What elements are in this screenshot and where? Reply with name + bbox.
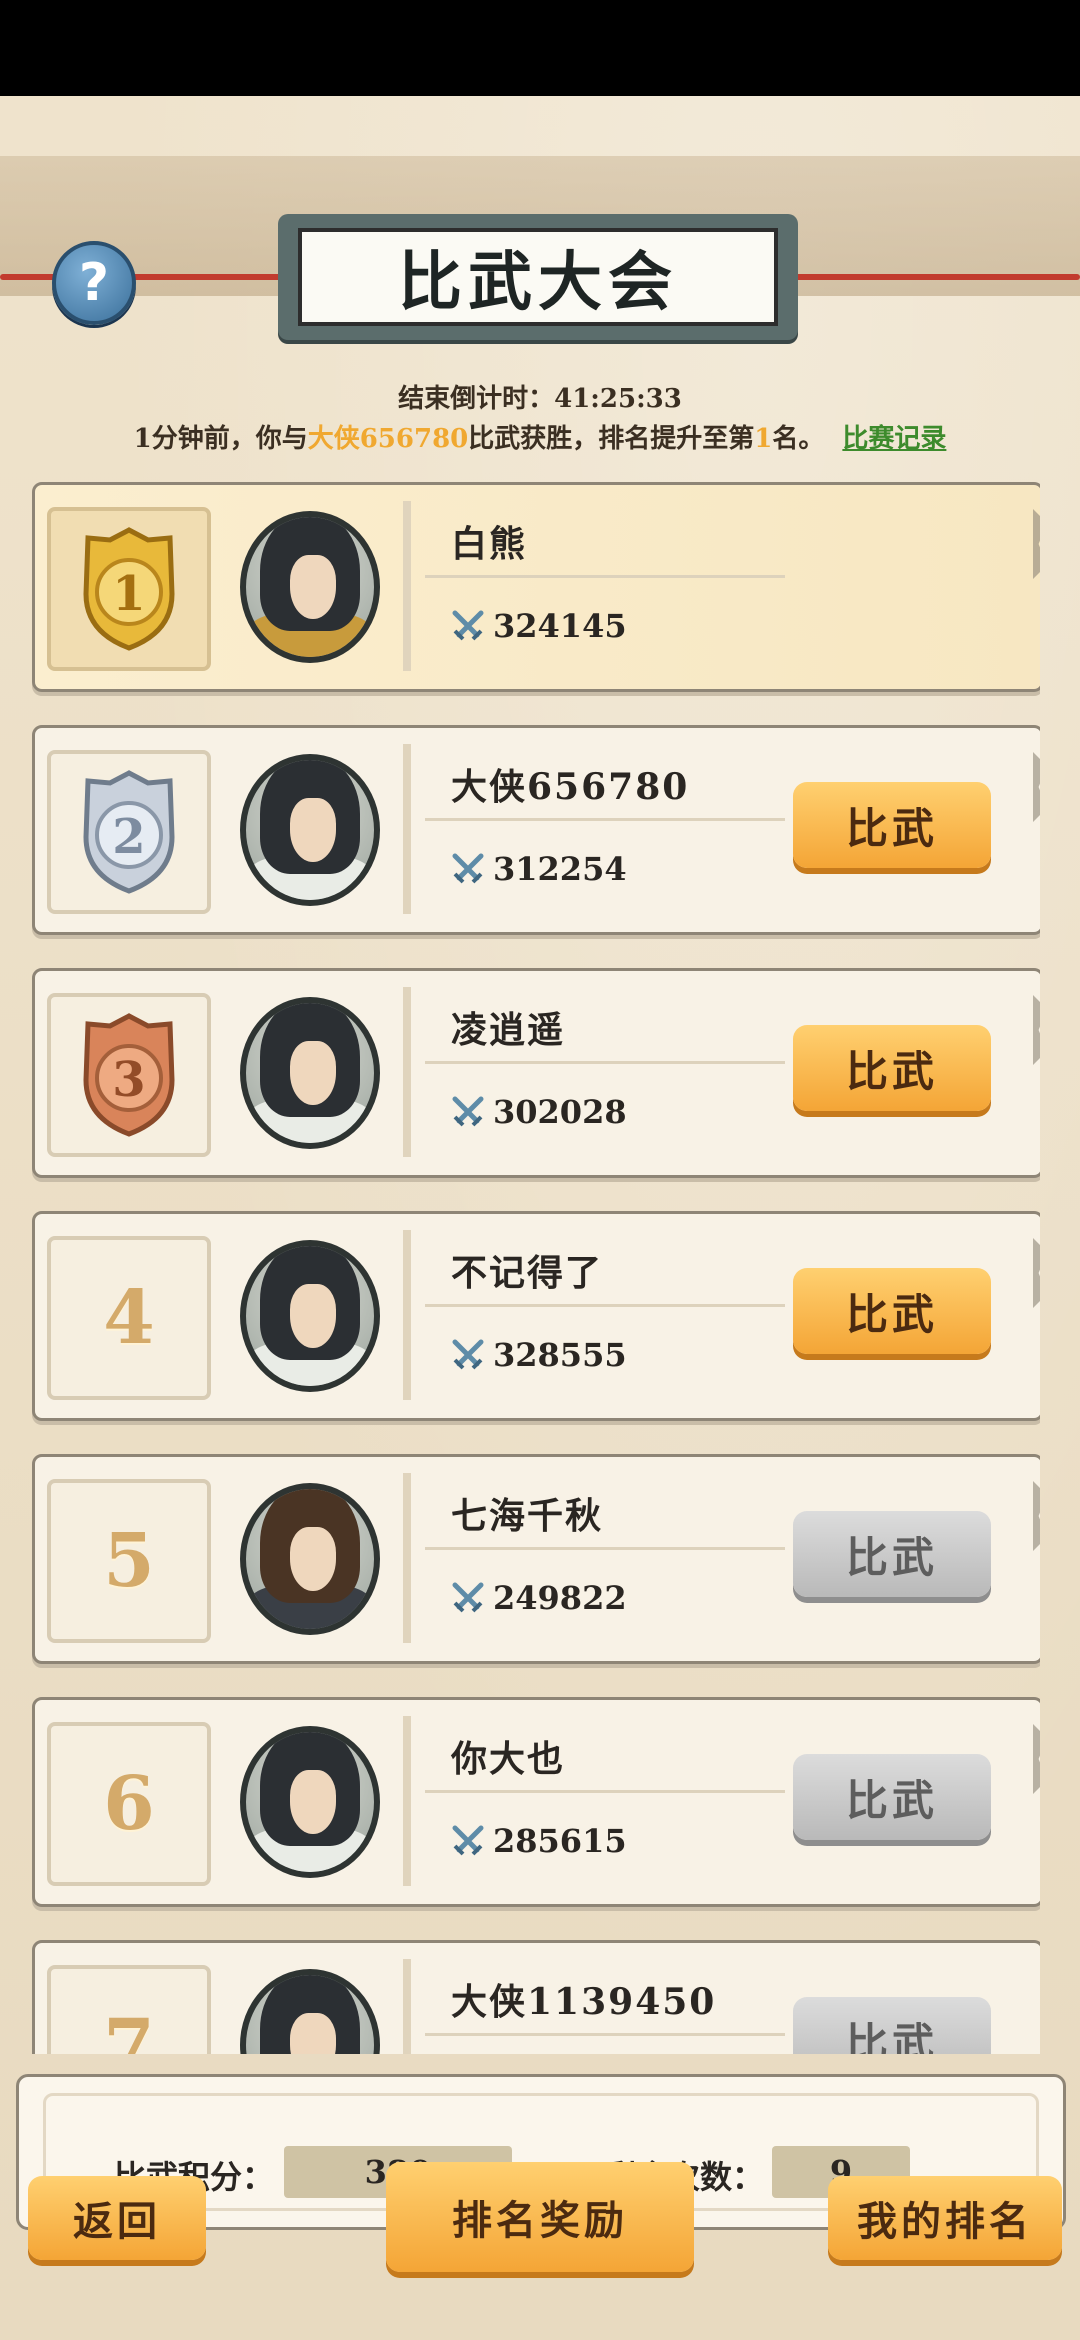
crossed-swords-icon: [452, 610, 484, 641]
player-name: 七海千秋: [451, 1495, 604, 1537]
rank-badge: 7: [47, 1965, 211, 2054]
combat-power-value: 328555: [493, 1336, 627, 1374]
player-info: 凌逍遥 302028: [403, 987, 791, 1157]
rank-row-1: 1 白熊 324145: [32, 482, 1040, 692]
gold-medal-icon: 1: [83, 527, 175, 651]
title-plate: 比武大会: [278, 214, 798, 340]
status-bar: [0, 0, 1080, 96]
avatar: [240, 511, 380, 663]
combat-power-value: 324145: [493, 607, 627, 645]
svg-text:1: 1: [112, 566, 145, 622]
rank-badge: 1: [47, 507, 211, 671]
player-info: 白熊 324145: [403, 501, 791, 671]
rank-badge: 5: [47, 1479, 211, 1643]
svg-text:2: 2: [112, 809, 145, 865]
rank-number: 7: [103, 2004, 155, 2054]
ranking-list[interactable]: 1 白熊 324145 2 大侠656780 312254 比武 3 凌逍遥 3…: [32, 482, 1040, 2054]
rank-badge: 3: [47, 993, 211, 1157]
rank-row-4: 4 不记得了 328555 比武: [32, 1211, 1040, 1421]
player-name: 凌逍遥: [451, 1009, 566, 1051]
crossed-swords-icon: [452, 1582, 484, 1613]
rank-badge: 2: [47, 750, 211, 914]
avatar: [240, 754, 380, 906]
player-name: 你大也: [451, 1738, 566, 1780]
crossed-swords-icon: [452, 1339, 484, 1370]
back-button[interactable]: 返回: [28, 2176, 206, 2260]
player-name: 不记得了: [451, 1252, 604, 1294]
notice-prefix: 1分钟前，你与: [133, 424, 308, 454]
ranking-rewards-button[interactable]: 排名奖励: [386, 2162, 694, 2272]
rank-number: 4: [103, 1275, 155, 1361]
combat-power-value: 312254: [493, 850, 627, 888]
crossed-swords-icon: [452, 1825, 484, 1856]
player-info: 大侠656780 312254: [403, 744, 791, 914]
rank-row-5: 5 七海千秋 249822 比武: [32, 1454, 1040, 1664]
match-record-link[interactable]: 比赛记录: [842, 424, 946, 454]
rank-row-6: 6 你大也 285615 比武: [32, 1697, 1040, 1907]
avatar: [240, 997, 380, 1149]
rank-row-3: 3 凌逍遥 302028 比武: [32, 968, 1040, 1178]
combat-power-value: 249822: [493, 1579, 627, 1617]
my-ranking-button[interactable]: 我的排名: [828, 2176, 1062, 2260]
player-name: 大侠1139450: [451, 1981, 717, 2023]
player-info: 大侠1139450: [403, 1959, 791, 2054]
player-name: 大侠656780: [451, 766, 690, 808]
combat-power: 302028: [451, 1093, 627, 1131]
combat-power: 249822: [451, 1579, 627, 1617]
player-name: 白熊: [451, 523, 528, 565]
notice-opponent: 大侠656780: [307, 424, 469, 454]
rank-number: 5: [103, 1518, 155, 1604]
rope-left: [0, 274, 290, 280]
fight-button-disabled[interactable]: 比武: [793, 1997, 991, 2054]
battle-notice: 1分钟前，你与大侠656780比武获胜，排名提升至第1名。 比赛记录: [0, 418, 1080, 455]
player-info: 你大也 285615: [403, 1716, 791, 1886]
crossed-swords-icon: [452, 1096, 484, 1127]
page-title: 比武大会: [298, 228, 778, 326]
combat-power: 285615: [451, 1822, 627, 1860]
question-mark-icon: ?: [78, 253, 110, 313]
fight-button[interactable]: 比武: [793, 1025, 991, 1111]
help-button[interactable]: ?: [52, 241, 136, 325]
avatar: [240, 1726, 380, 1878]
avatar: [240, 1240, 380, 1392]
combat-power: 328555: [451, 1336, 627, 1374]
rank-row-2: 2 大侠656780 312254 比武: [32, 725, 1040, 935]
game-screen: ? 比武大会 结束倒计时：41:25:33 1分钟前，你与大侠656780比武获…: [0, 96, 1080, 2340]
bronze-medal-icon: 3: [83, 1013, 175, 1137]
countdown-timer: 结束倒计时：41:25:33: [398, 384, 682, 414]
combat-power-value: 285615: [493, 1822, 627, 1860]
combat-power-value: 302028: [493, 1093, 627, 1131]
rank-row-7: 7 大侠1139450 比武: [32, 1940, 1040, 2054]
rope-right: [790, 274, 1080, 280]
notice-rank: 1: [754, 424, 773, 454]
combat-power: 312254: [451, 850, 627, 888]
notice-middle: 比武获胜，排名提升至第: [468, 424, 755, 454]
fight-button-disabled[interactable]: 比武: [793, 1511, 991, 1597]
player-info: 七海千秋 249822: [403, 1473, 791, 1643]
svg-text:3: 3: [112, 1052, 145, 1108]
player-info: 不记得了 328555: [403, 1230, 791, 1400]
combat-power: 324145: [451, 607, 627, 645]
rank-number: 6: [103, 1761, 155, 1847]
silver-medal-icon: 2: [83, 770, 175, 894]
avatar: [240, 1969, 380, 2054]
crossed-swords-icon: [452, 853, 484, 884]
fight-button-disabled[interactable]: 比武: [793, 1754, 991, 1840]
fight-button[interactable]: 比武: [793, 1268, 991, 1354]
fight-button[interactable]: 比武: [793, 782, 991, 868]
notice-suffix: 名。: [772, 424, 825, 454]
avatar: [240, 1483, 380, 1635]
rank-badge: 6: [47, 1722, 211, 1886]
rank-badge: 4: [47, 1236, 211, 1400]
